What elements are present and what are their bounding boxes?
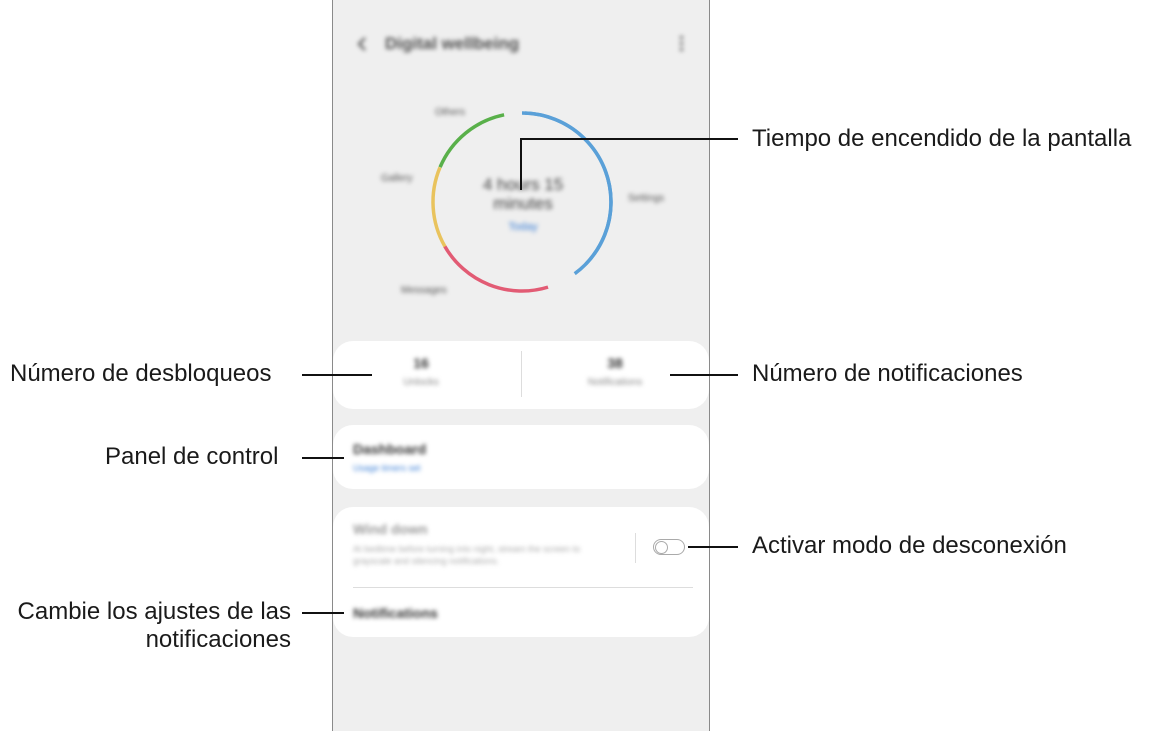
callout-notifications-count: Número de notificaciones — [752, 360, 1023, 387]
stats-card: 16 Unlocks 38 Notifications — [333, 341, 709, 409]
dashboard-title: Dashboard — [353, 441, 427, 457]
callout-notif-settings: Cambie los ajustes de las notificaciones — [17, 598, 291, 653]
wind-down-divider — [635, 533, 636, 563]
screen-time-leader-h — [520, 138, 738, 140]
dashboard-leader — [302, 457, 344, 459]
screen-time-value: 4 hours 15 minutes — [482, 175, 564, 213]
app-bar: Digital wellbeing — [333, 0, 709, 90]
phone-screen: Digital wellbeing 4 hours 15 minutes Tod… — [332, 0, 710, 731]
today-link[interactable]: Today — [453, 221, 593, 233]
donut-label-gallery: Gallery — [381, 173, 413, 184]
notifications-stat[interactable]: 38 Notifications — [555, 355, 675, 388]
dashboard-card[interactable]: Dashboard Usage timers set — [333, 425, 709, 489]
back-arrow-icon[interactable] — [355, 36, 371, 52]
notif-settings-leader — [302, 612, 344, 614]
callout-unlocks: Número de desbloqueos — [10, 360, 272, 387]
unlocks-leader — [302, 374, 372, 376]
donut-label-others: Others — [435, 107, 466, 118]
notifications-settings-item[interactable]: Notifications — [353, 605, 438, 621]
wind-down-title[interactable]: Wind down — [353, 521, 428, 537]
screen-time-chart[interactable]: 4 hours 15 minutes Today Others Gallery … — [333, 95, 709, 315]
more-options-icon[interactable] — [677, 36, 685, 56]
unlocks-stat[interactable]: 16 Unlocks — [361, 355, 481, 388]
notifications-leader — [670, 374, 738, 376]
wind-down-toggle[interactable] — [653, 539, 685, 555]
callout-screen-time: Tiempo de encendido de la pantalla — [752, 125, 1132, 152]
dashboard-subtitle: Usage timers set — [353, 463, 421, 473]
screen-time-leader-v — [520, 138, 522, 190]
card-divider — [353, 587, 693, 588]
app-title: Digital wellbeing — [385, 34, 520, 53]
donut-label-messages: Messages — [401, 285, 447, 296]
callout-dashboard: Panel de control — [105, 443, 279, 470]
wind-down-card: Wind down At bedtime before turning into… — [333, 507, 709, 637]
wind-down-description: At bedtime before turning into night, st… — [353, 544, 581, 566]
toggle-knob — [655, 541, 668, 554]
wind-down-leader — [688, 546, 738, 548]
stats-divider — [521, 351, 522, 397]
callout-wind-down: Activar modo de desconexión — [752, 532, 1067, 559]
donut-label-settings: Settings — [628, 193, 665, 204]
